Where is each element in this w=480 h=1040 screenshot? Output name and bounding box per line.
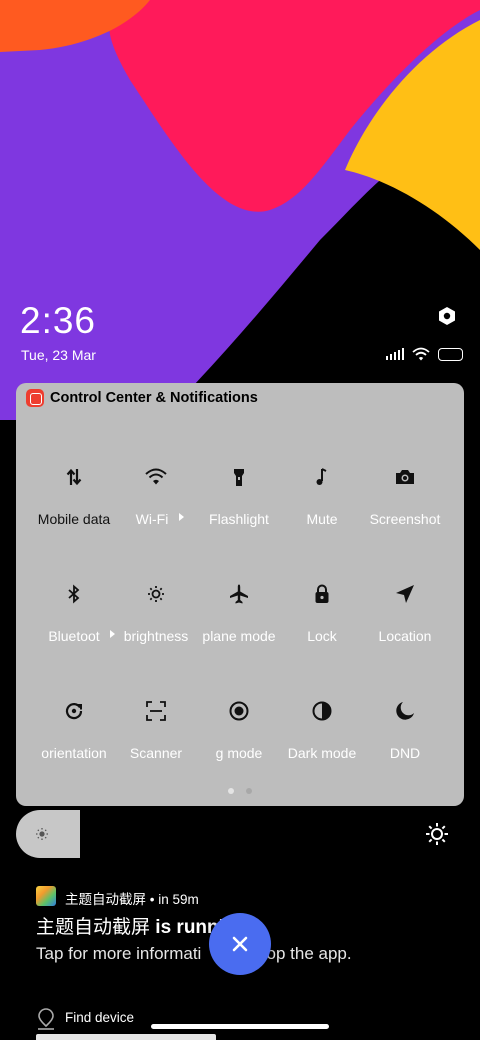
- dnd-icon: [396, 702, 414, 720]
- clock: 2:36: [20, 300, 97, 341]
- lock-icon: [315, 584, 329, 603]
- app-icon: [36, 886, 56, 906]
- page-indicator: [228, 788, 252, 794]
- tile-location[interactable]: Location: [362, 572, 448, 652]
- location-icon: [396, 585, 414, 603]
- find-device-icon: [38, 1008, 54, 1030]
- next-notification-title: [36, 1034, 216, 1040]
- status-bar-icons: [386, 345, 463, 363]
- notification-body[interactable]: Tap for more informati o stop the app.: [36, 944, 352, 964]
- tile-flashlight[interactable]: Flashlight: [196, 455, 282, 535]
- brightness-slider[interactable]: [16, 810, 80, 858]
- tile-screenshot[interactable]: Screenshot: [362, 455, 448, 535]
- bluetooth-icon: [68, 584, 80, 604]
- tile-label: orientation: [41, 745, 107, 761]
- notification-app-name: 主题自动截屏: [65, 892, 146, 907]
- tile-brightness[interactable]: brightness: [113, 572, 199, 652]
- tile-reading-mode[interactable]: g mode: [196, 689, 282, 769]
- reading-mode-icon: [229, 701, 249, 721]
- close-icon: [232, 936, 248, 952]
- airplane-icon: [230, 584, 248, 604]
- tile-bluetooth[interactable]: Bluetoot: [31, 572, 117, 652]
- dark-mode-icon: [312, 701, 332, 721]
- tile-dark-mode[interactable]: Dark mode: [279, 689, 365, 769]
- tile-label: Screenshot: [369, 511, 441, 527]
- tile-label: plane mode: [202, 628, 276, 644]
- tile-label: g mode: [215, 745, 263, 761]
- scanner-icon: [146, 701, 166, 721]
- mute-icon: [316, 468, 327, 485]
- page-dot-active: [228, 788, 234, 794]
- notification-header: 主题自动截屏 • in 59m: [65, 892, 199, 907]
- battery-icon: [438, 347, 463, 361]
- tile-label: Lock: [307, 628, 337, 644]
- panel-title: Control Center & Notifications: [50, 390, 258, 406]
- brightness-icon: [148, 586, 164, 602]
- tile-label: Location: [378, 628, 432, 644]
- tile-dnd[interactable]: DND: [362, 689, 448, 769]
- tile-mute[interactable]: Mute: [279, 455, 365, 535]
- tile-airplane-mode[interactable]: plane mode: [196, 572, 282, 652]
- tile-label: Flashlight: [209, 511, 269, 527]
- brightness-low-icon: [36, 828, 48, 840]
- flashlight-icon: [234, 469, 244, 486]
- control-center-panel: Control Center & Notifications Mobile da…: [16, 383, 464, 806]
- tile-lock[interactable]: Lock: [279, 572, 365, 652]
- settings-icon[interactable]: [436, 305, 458, 327]
- signal-icon: [386, 348, 404, 360]
- date: Tue, 23 Mar: [21, 347, 96, 363]
- mobile-data-icon: [66, 468, 82, 486]
- tile-label: Bluetoot: [48, 628, 100, 644]
- wifi-icon: [145, 468, 167, 485]
- notification-time: in 59m: [158, 892, 199, 907]
- rotation-icon: [65, 703, 83, 720]
- auto-brightness-icon[interactable]: [424, 821, 450, 847]
- tile-label: Mute: [306, 511, 338, 527]
- tile-label: brightness: [123, 628, 189, 644]
- notification-title-prefix: 主题自动截屏: [36, 917, 151, 938]
- dismiss-button[interactable]: [209, 913, 271, 975]
- find-device-app-name: Find device: [65, 1010, 135, 1025]
- tile-label: Dark mode: [287, 745, 357, 761]
- tile-orientation[interactable]: orientation: [31, 689, 117, 769]
- screenshot-icon: [396, 470, 414, 484]
- notification-title[interactable]: 主题自动截屏 is runni: [36, 912, 224, 939]
- wifi-status-icon: [412, 347, 430, 361]
- panel-header: Control Center & Notifications: [26, 388, 258, 408]
- tile-label: DND: [389, 745, 421, 761]
- tile-wifi[interactable]: Wi-Fi: [113, 455, 199, 535]
- tile-label: Scanner: [129, 745, 183, 761]
- expand-arrow-icon[interactable]: [179, 513, 184, 521]
- home-indicator[interactable]: [151, 1024, 329, 1029]
- app-logo-icon: [26, 389, 44, 407]
- tile-scanner[interactable]: Scanner: [113, 689, 199, 769]
- tile-label: Wi-Fi: [135, 511, 169, 527]
- page-dot: [246, 788, 252, 794]
